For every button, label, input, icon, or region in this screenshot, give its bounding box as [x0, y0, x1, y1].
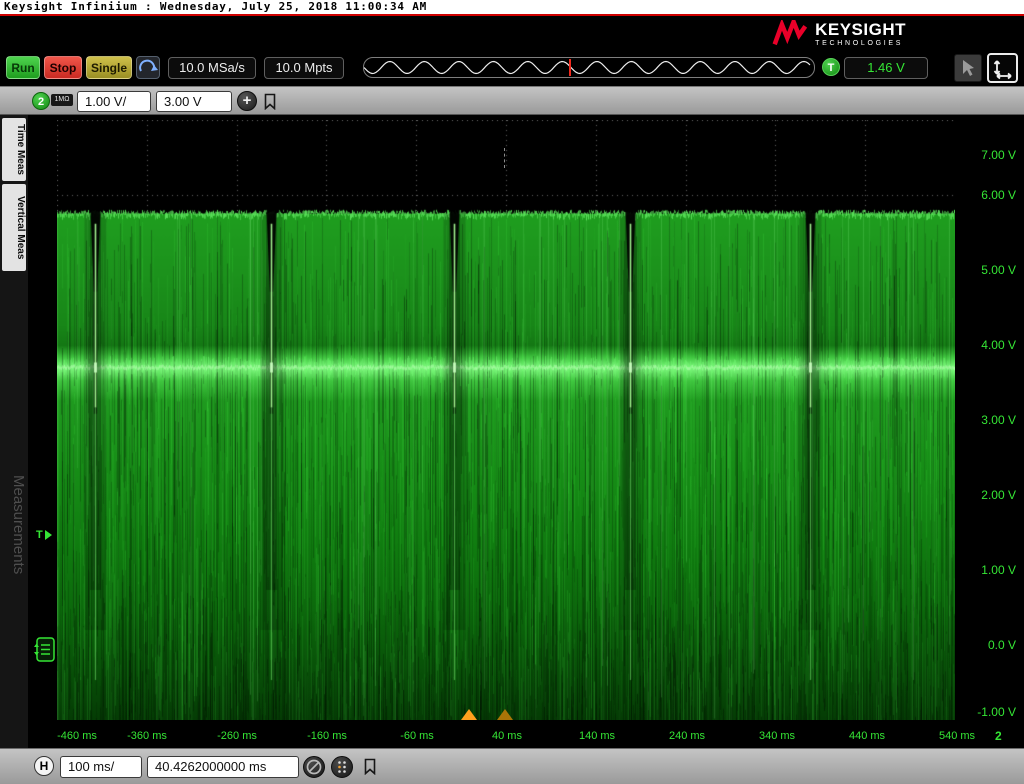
- x-axis-tick: 540 ms: [938, 730, 976, 742]
- window-titlebar: Keysight Infiniium : Wednesday, July 25,…: [0, 0, 1024, 16]
- trigger-time-marker[interactable]: [461, 709, 477, 720]
- x-axis-tick: -260 ms: [217, 730, 257, 742]
- acquisition-toolbar: Run Stop Single 10.0 MSa/s 10.0 Mpts T 1…: [0, 52, 1024, 86]
- pin-icon[interactable]: [263, 93, 277, 110]
- channel-2-scale-field[interactable]: 1.00 V/: [77, 91, 151, 112]
- stop-button[interactable]: Stop: [44, 56, 82, 79]
- trigger-level-readout[interactable]: 1.46 V: [844, 57, 928, 79]
- pan-zoom-icon[interactable]: [987, 53, 1018, 83]
- brand-subtitle: TECHNOLOGIES: [815, 39, 904, 47]
- channel-2-impedance-badge: 1MΩ: [51, 94, 73, 106]
- dots-icon: [338, 761, 346, 773]
- y-axis-tick: 3.00 V: [981, 413, 1016, 427]
- y-axis-tick: 6.00 V: [981, 188, 1016, 202]
- y-axis-tick: 5.00 V: [981, 263, 1016, 277]
- trigger-source-badge[interactable]: T: [822, 58, 840, 76]
- y-axis: 7.00 V 6.00 V 5.00 V 4.00 V 3.00 V 2.00 V 1.00…: [958, 115, 1020, 735]
- intensity-icon[interactable]: [331, 756, 353, 778]
- y-axis-tick: 4.00 V: [981, 338, 1016, 352]
- slashed-circle-icon: [306, 759, 322, 775]
- y-axis-tick: -1.00 V: [977, 705, 1016, 719]
- y-axis-tick: 0.0 V: [987, 638, 1016, 652]
- channel-controls-row: 2 1MΩ 1.00 V/ 3.00 V +: [0, 86, 1024, 115]
- oscilloscope-screen: Keysight Infiniium : Wednesday, July 25,…: [0, 0, 1024, 784]
- channel-2-badge[interactable]: 2: [32, 92, 50, 110]
- touch-mode-icon[interactable]: [136, 56, 160, 79]
- pin-icon[interactable]: [363, 758, 377, 775]
- horizontal-toolbar: H 100 ms/ 40.4262000000 ms: [0, 748, 1024, 784]
- touch-gesture-icon: [139, 59, 158, 72]
- x-axis-tick: 240 ms: [668, 730, 706, 742]
- acquisition-preview-strip[interactable]: [363, 57, 815, 78]
- y-axis-tick: 1.00 V: [981, 563, 1016, 577]
- scale-arrows-icon: [993, 60, 1012, 80]
- channel-2-offset-field[interactable]: 3.00 V: [156, 91, 232, 112]
- single-button[interactable]: Single: [86, 56, 132, 79]
- x-axis-tick: -360 ms: [127, 730, 167, 742]
- y-axis-tick: 2.00 V: [981, 488, 1016, 502]
- y-axis-tick: 7.00 V: [981, 148, 1016, 162]
- trigger-marker-label: T: [36, 529, 43, 541]
- horizontal-badge[interactable]: H: [34, 756, 54, 776]
- x-axis-tick: -60 ms: [400, 730, 434, 742]
- run-button[interactable]: Run: [6, 56, 40, 79]
- keysight-logo: KEYSIGHT TECHNOLOGIES: [772, 20, 906, 47]
- sample-rate-readout[interactable]: 10.0 MSa/s: [168, 57, 256, 79]
- waveform-area: Time Meas Vertical Meas Measurements 7.0…: [0, 115, 1024, 748]
- x-axis-tick: 140 ms: [578, 730, 616, 742]
- x-axis-tick: -460 ms: [57, 730, 97, 742]
- x-axis: -460 ms -360 ms -260 ms -160 ms -60 ms 40 ms 1…: [0, 727, 1024, 745]
- trigger-marker-arrow-icon: [44, 530, 52, 540]
- horizontal-position-field[interactable]: 40.4262000000 ms: [147, 756, 299, 778]
- cursor-arrow-icon: [963, 60, 974, 76]
- memory-depth-readout[interactable]: 10.0 Mpts: [264, 57, 344, 79]
- top-reference-tick: [504, 148, 505, 168]
- drag-handle-icon: [34, 637, 55, 662]
- trigger-position-line[interactable]: [569, 59, 571, 76]
- titlebar-text: Keysight Infiniium : Wednesday, July 25,…: [4, 0, 428, 13]
- tab-vertical-meas[interactable]: Vertical Meas: [2, 184, 26, 271]
- left-sidebar: Time Meas Vertical Meas Measurements: [0, 115, 28, 748]
- tab-time-meas[interactable]: Time Meas: [2, 118, 26, 181]
- horizontal-reference-marker[interactable]: [497, 709, 513, 720]
- zoom-disabled-icon[interactable]: [303, 756, 325, 778]
- waveform-display[interactable]: [57, 120, 955, 720]
- add-waveform-button[interactable]: +: [237, 91, 257, 111]
- x-axis-tick: 40 ms: [492, 730, 522, 742]
- keysight-spark-icon: [772, 20, 808, 46]
- x-axis-tick: 340 ms: [758, 730, 796, 742]
- header-bar: KEYSIGHT TECHNOLOGIES: [0, 16, 1024, 52]
- trigger-level-marker[interactable]: T: [36, 529, 52, 541]
- timebase-field[interactable]: 100 ms/: [60, 756, 142, 778]
- preview-waveform: [364, 60, 811, 75]
- x-axis-tick: 440 ms: [848, 730, 886, 742]
- measurements-watermark: Measurements: [10, 475, 27, 575]
- x-axis-tick: -160 ms: [307, 730, 347, 742]
- brand-name: KEYSIGHT: [815, 19, 906, 39]
- pointer-tool-icon[interactable]: [954, 54, 982, 82]
- channel-2-axis-marker[interactable]: 2: [995, 729, 1002, 743]
- waveform-drag-handle-icon[interactable]: [32, 635, 58, 665]
